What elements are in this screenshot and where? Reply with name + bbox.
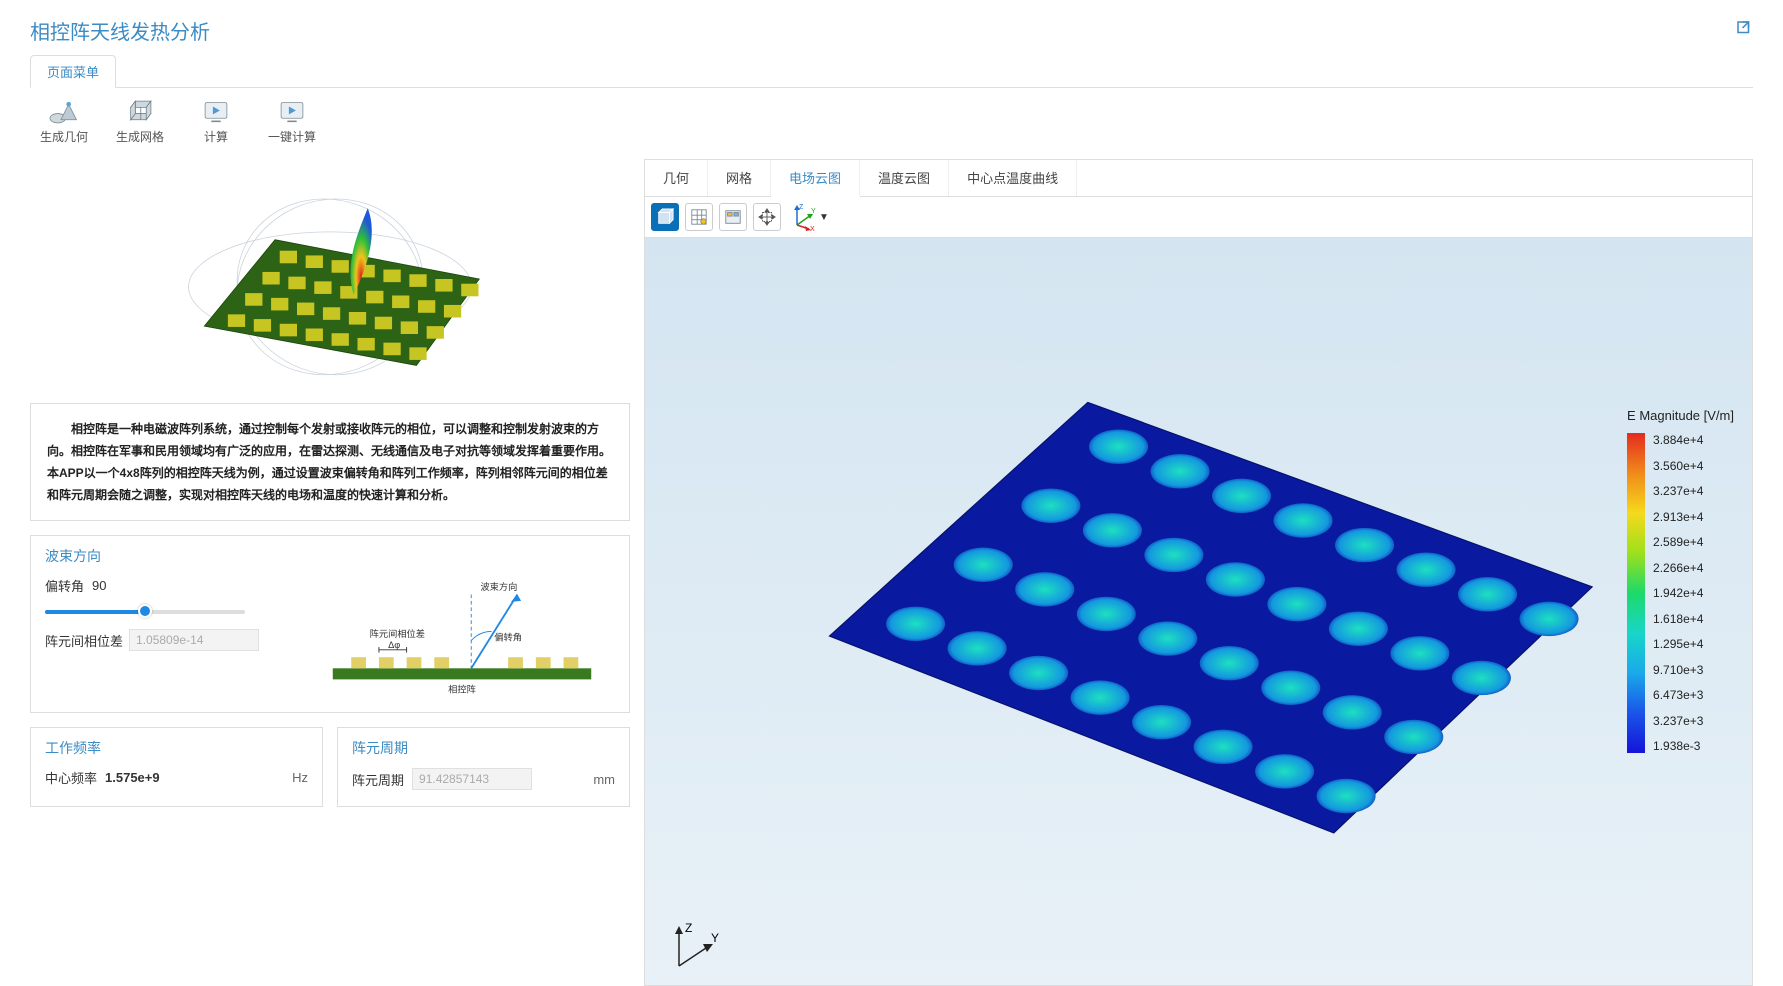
beam-diagram: 阵元间相位差 Δφ 波束方向 偏转角 相控阵 [309,576,615,696]
generate-geometry-button[interactable]: 生成几何 [36,98,92,145]
deflection-angle-slider[interactable] [45,605,245,619]
tool-label: 生成网格 [116,128,164,145]
legend-tick: 3.884e+4 [1653,433,1703,447]
grid-toggle-button[interactable] [685,203,713,231]
phase-diff-label: 阵元间相位差 [45,631,123,650]
legend-tick: 1.938e-3 [1653,739,1703,753]
element-period-label: 阵元周期 [352,770,404,789]
tab-mesh[interactable]: 网格 [708,160,771,196]
working-frequency-panel: 工作频率 中心频率 1.575e+9 Hz [30,727,323,807]
legend-tick: 2.589e+4 [1653,535,1703,549]
legend-tick: 9.710e+3 [1653,663,1703,677]
legend-tick: 2.266e+4 [1653,561,1703,575]
legend-tick: 1.295e+4 [1653,637,1703,651]
pan-button[interactable] [753,203,781,231]
svg-text:相控阵: 相控阵 [448,683,476,694]
svg-text:Z: Z [685,922,692,935]
legend-tick: 2.913e+4 [1653,510,1703,524]
axis-corner-triad: Z Y [665,922,725,977]
open-external-icon[interactable] [1735,19,1753,42]
svg-text:X: X [810,226,815,231]
legend-tick: 3.237e+3 [1653,714,1703,728]
element-period-input [412,768,532,790]
svg-text:Y: Y [811,208,816,215]
tool-label: 计算 [204,128,228,145]
panel-title: 阵元周期 [352,738,615,758]
tab-efield[interactable]: 电场云图 [771,160,860,197]
legend-tick: 3.237e+4 [1653,484,1703,498]
phase-diff-input [129,629,259,651]
center-freq-unit: Hz [292,770,308,785]
svg-text:阵元间相位差: 阵元间相位差 [370,628,425,639]
center-freq-value: 1.575e+9 [105,770,160,785]
svg-text:Z: Z [799,204,804,211]
legend-tick: 1.942e+4 [1653,586,1703,600]
tab-center-temp-curve[interactable]: 中心点温度曲线 [949,160,1077,196]
tool-label: 生成几何 [40,128,88,145]
center-freq-label: 中心频率 [45,768,97,787]
beam-direction-panel: 波束方向 偏转角 90 阵元间相位差 [30,535,630,713]
legend-ticks: 3.884e+4 3.560e+4 3.237e+4 2.913e+4 2.589e+4… [1653,433,1703,753]
onekey-compute-button[interactable]: 一键计算 [264,98,320,145]
description-box: 相控阵是一种电磁波阵列系统，通过控制每个发射或接收阵元的相位，可以调整和控制发射… [30,403,630,521]
menu-tab[interactable]: 页面菜单 [30,55,116,88]
viewport-3d[interactable]: E Magnitude [V/m] 3.884e+4 3.560e+4 3.237e… [645,238,1752,985]
svg-text:Δφ: Δφ [388,640,400,650]
view-reset-button[interactable] [651,203,679,231]
axis-triad-selector[interactable]: Z Y X ▼ [787,203,829,231]
compute-button[interactable]: 计算 [188,98,244,145]
svg-text:波束方向: 波束方向 [480,581,517,592]
tab-temperature[interactable]: 温度云图 [860,160,949,196]
tool-label: 一键计算 [268,128,316,145]
description-text: 相控阵是一种电磁波阵列系统，通过控制每个发射或接收阵元的相位，可以调整和控制发射… [47,418,613,506]
legend-title: E Magnitude [V/m] [1627,408,1734,423]
deflection-angle-label: 偏转角 [45,576,84,595]
tab-geometry[interactable]: 几何 [645,160,708,196]
svg-text:偏转角: 偏转角 [494,632,522,643]
page-title: 相控阵天线发热分析 [30,16,210,45]
chevron-down-icon[interactable]: ▼ [819,212,829,223]
snapshot-button[interactable] [719,203,747,231]
legend-colorbar [1627,433,1645,753]
model-preview [30,159,630,389]
deflection-angle-value: 90 [92,578,106,593]
legend-tick: 1.618e+4 [1653,612,1703,626]
panel-title: 波束方向 [45,546,615,566]
element-period-panel: 阵元周期 阵元周期 mm [337,727,630,807]
legend-tick: 6.473e+3 [1653,688,1703,702]
svg-text:Y: Y [711,931,719,945]
element-period-unit: mm [593,772,615,787]
color-legend: E Magnitude [V/m] 3.884e+4 3.560e+4 3.237e… [1627,408,1734,753]
panel-title: 工作频率 [45,738,308,758]
legend-tick: 3.560e+4 [1653,459,1703,473]
generate-mesh-button[interactable]: 生成网格 [112,98,168,145]
